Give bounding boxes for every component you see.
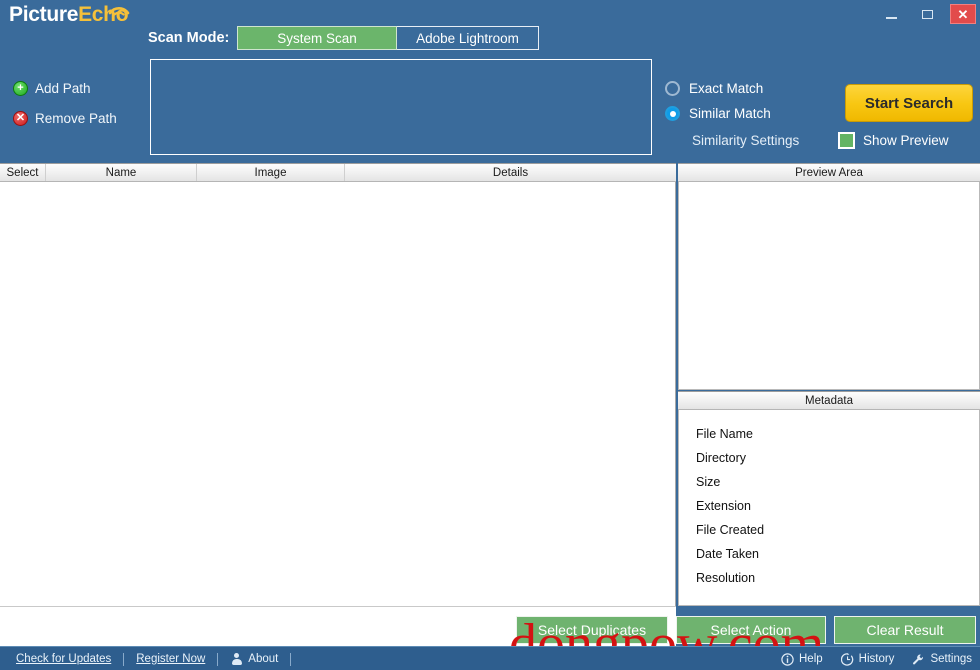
info-circle-icon: [781, 653, 794, 666]
minimize-icon: [886, 17, 897, 19]
close-button[interactable]: ✕: [950, 4, 976, 24]
application-window: PictureEcho ✕ Scan Mode: System Scan Ado…: [0, 0, 980, 670]
add-path-label: Add Path: [35, 81, 91, 96]
show-preview-label: Show Preview: [863, 133, 949, 148]
column-header-name[interactable]: Name: [46, 164, 197, 181]
scan-mode-tabs: System Scan Adobe Lightroom: [237, 26, 539, 50]
select-action-button[interactable]: Select Action: [676, 616, 826, 644]
metadata-field-resolution: Resolution: [696, 566, 979, 590]
results-grid-header: Select Name Image Details: [0, 163, 676, 182]
title-bar: PictureEcho ✕: [0, 0, 980, 28]
metadata-field-date-taken: Date Taken: [696, 542, 979, 566]
status-bar-left: Check for Updates Register Now About: [16, 647, 303, 670]
metadata-header: Metadata: [678, 391, 980, 410]
similar-match-label: Similar Match: [689, 106, 771, 121]
path-list-box[interactable]: [150, 59, 652, 155]
start-search-button[interactable]: Start Search: [845, 84, 973, 122]
tab-system-scan[interactable]: System Scan: [237, 26, 397, 50]
column-header-image[interactable]: Image: [197, 164, 345, 181]
remove-path-label: Remove Path: [35, 111, 117, 126]
preview-area-body[interactable]: [678, 182, 980, 390]
exact-match-option[interactable]: Exact Match: [665, 81, 763, 96]
tab-adobe-lightroom[interactable]: Adobe Lightroom: [397, 26, 539, 50]
status-divider: [217, 653, 218, 666]
minimize-button[interactable]: [878, 4, 904, 24]
add-path-button[interactable]: + Add Path: [13, 81, 91, 96]
status-divider: [123, 653, 124, 666]
wifi-arc-icon: [108, 2, 130, 16]
status-bar-right: Help History: [781, 647, 972, 670]
column-header-select[interactable]: Select: [0, 164, 46, 181]
person-icon: [230, 653, 243, 666]
show-preview-toggle[interactable]: Show Preview: [838, 132, 949, 149]
results-grid-body[interactable]: [0, 182, 676, 606]
about-label: About: [248, 653, 278, 665]
metadata-field-extension: Extension: [696, 494, 979, 518]
history-label: History: [859, 653, 895, 665]
x-circle-icon: ✕: [13, 111, 28, 126]
remove-path-button[interactable]: ✕ Remove Path: [13, 111, 117, 126]
column-header-details[interactable]: Details: [345, 164, 676, 181]
metadata-field-directory: Directory: [696, 446, 979, 470]
scan-mode-label: Scan Mode:: [148, 30, 229, 46]
similarity-settings-link[interactable]: Similarity Settings: [692, 133, 799, 148]
wrench-icon: [912, 653, 925, 666]
maximize-icon: [922, 10, 933, 19]
clock-icon: [841, 653, 854, 666]
history-button[interactable]: History: [841, 653, 895, 666]
preview-area-header: Preview Area: [678, 163, 980, 182]
register-now-link[interactable]: Register Now: [136, 653, 205, 665]
metadata-field-file-created: File Created: [696, 518, 979, 542]
clear-result-button[interactable]: Clear Result: [834, 616, 976, 644]
plus-circle-icon: +: [13, 81, 28, 96]
help-label: Help: [799, 653, 823, 665]
similar-match-option[interactable]: Similar Match: [665, 106, 771, 121]
status-bar: Check for Updates Register Now About: [0, 646, 980, 670]
window-controls: ✕: [878, 4, 976, 24]
exact-match-label: Exact Match: [689, 81, 763, 96]
radio-similar-match[interactable]: [665, 106, 680, 121]
settings-label: Settings: [930, 653, 972, 665]
metadata-field-size: Size: [696, 470, 979, 494]
maximize-button[interactable]: [914, 4, 940, 24]
select-duplicates-button[interactable]: Select Duplicates: [516, 616, 668, 644]
help-button[interactable]: Help: [781, 653, 823, 666]
bottom-action-bar: Select Duplicates Select Action Clear Re…: [516, 616, 976, 644]
logo-text-primary: Picture: [9, 3, 78, 26]
settings-button[interactable]: Settings: [912, 653, 972, 666]
checkbox-show-preview[interactable]: [838, 132, 855, 149]
metadata-body: File Name Directory Size Extension File …: [678, 410, 980, 606]
metadata-field-file-name: File Name: [696, 422, 979, 446]
radio-exact-match[interactable]: [665, 81, 680, 96]
about-button[interactable]: About: [230, 653, 278, 666]
check-for-updates-link[interactable]: Check for Updates: [16, 653, 111, 665]
status-divider: [290, 653, 291, 666]
